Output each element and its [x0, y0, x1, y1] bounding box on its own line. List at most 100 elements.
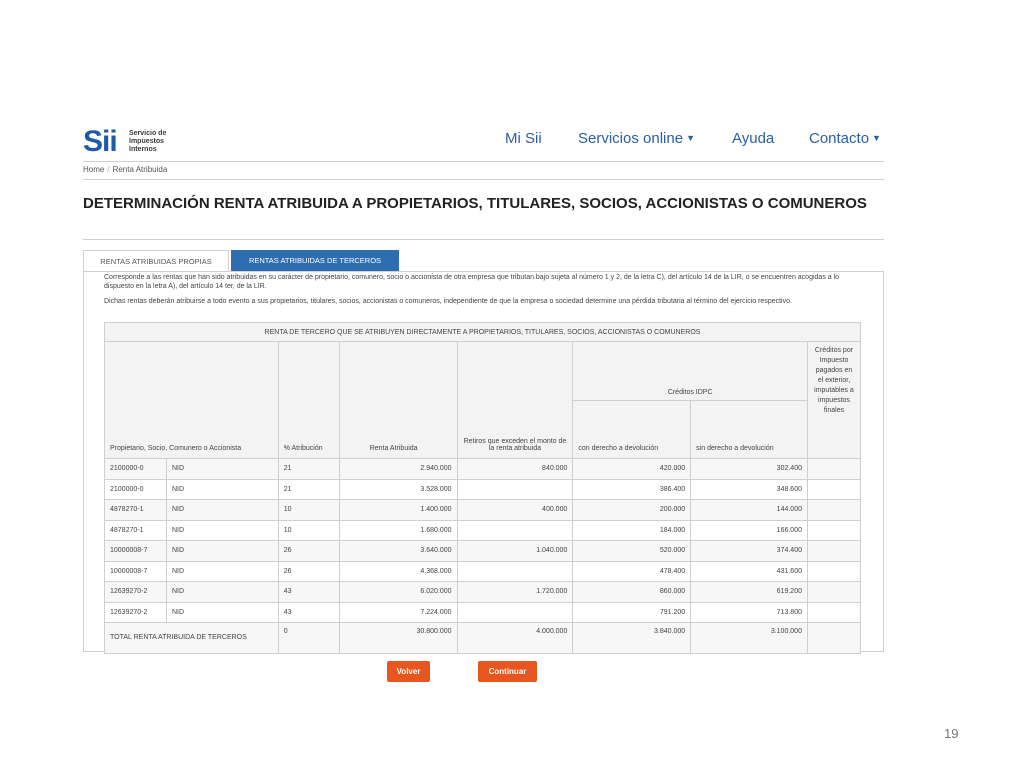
table-row: 10000008-7 NID 26 3.640.000 1.040.000 52… — [104, 540, 862, 562]
cell-rut: 10000008-7 — [104, 540, 167, 562]
total-con-derecho: 3.840.000 — [572, 622, 692, 654]
table-total-row: TOTAL RENTA ATRIBUIDA DE TERCEROS 0 30.8… — [104, 622, 862, 654]
cell-creditos-exterior — [806, 601, 862, 623]
nav-contacto[interactable]: Contacto ▼ — [809, 130, 881, 147]
nav-ayuda[interactable]: Ayuda — [732, 130, 774, 147]
cell-sin-derecho: 619.200 — [690, 581, 808, 603]
nav-servicios-label: Servicios online — [578, 130, 684, 147]
cell-tipo: NID — [165, 581, 279, 603]
cell-con-derecho: 184.000 — [572, 519, 692, 541]
cell-con-derecho: 200.000 — [572, 499, 692, 521]
header-renta-atribuida: Renta Atribuida — [338, 341, 458, 459]
table-row: 2100000-0 NID 21 3.528.000 386.400 348.6… — [104, 478, 862, 500]
header-retiros: Retiros que exceden el monto de la renta… — [456, 341, 574, 459]
cell-renta: 2.940.000 — [338, 458, 458, 480]
total-renta: 30.800.000 — [338, 622, 458, 654]
cell-creditos-exterior — [806, 519, 862, 541]
cell-retiros — [456, 560, 574, 582]
slide-page-number: 19 — [944, 726, 959, 741]
volver-button[interactable]: Volver — [387, 661, 430, 682]
cell-tipo: NID — [165, 519, 279, 541]
total-creditos-exterior — [806, 622, 862, 654]
caret-down-icon: ▼ — [872, 133, 881, 143]
cell-rut: 2100000-0 — [104, 458, 167, 480]
cell-sin-derecho: 166.000 — [690, 519, 808, 541]
cell-con-derecho: 791.200 — [572, 601, 692, 623]
cell-pct: 26 — [277, 540, 340, 562]
header-creditos-idpc: Créditos IDPC — [572, 341, 808, 401]
breadcrumb: Home / Renta Atribuida — [83, 165, 167, 174]
cell-creditos-exterior — [806, 499, 862, 521]
table-row: 2100000-0 NID 21 2.940.000 840.000 420.0… — [104, 458, 862, 480]
cell-pct: 26 — [277, 560, 340, 582]
cell-rut: 12639270-2 — [104, 601, 167, 623]
cell-pct: 21 — [277, 478, 340, 500]
total-label: TOTAL RENTA ATRIBUIDA DE TERCEROS — [104, 622, 279, 654]
cell-retiros: 1.720.000 — [456, 581, 574, 603]
nav-mi-sii-label: Mi Sii — [505, 130, 542, 147]
breadcrumb-current: Renta Atribuida — [112, 165, 168, 174]
nav-ayuda-label: Ayuda — [732, 130, 775, 147]
cell-tipo: NID — [165, 499, 279, 521]
nav-mi-sii[interactable]: Mi Sii — [505, 130, 542, 147]
renta-terceros-table: RENTA DE TERCERO QUE SE ATRIBUYEN DIRECT… — [104, 322, 862, 654]
continuar-button[interactable]: Continuar — [478, 661, 537, 682]
cell-retiros — [456, 478, 574, 500]
nav-servicios-online[interactable]: Servicios online ▼ — [578, 130, 695, 147]
cell-creditos-exterior — [806, 581, 862, 603]
caret-down-icon: ▼ — [686, 133, 695, 143]
cell-creditos-exterior — [806, 458, 862, 480]
cell-sin-derecho: 713.800 — [690, 601, 808, 623]
cell-sin-derecho: 144.000 — [690, 499, 808, 521]
header-propietario: Propietario, Socio, Comunero o Accionist… — [104, 341, 279, 459]
logo-text-line: Impuestos — [129, 138, 165, 145]
cell-retiros: 1.040.000 — [456, 540, 574, 562]
cell-tipo: NID — [165, 478, 279, 500]
table-row: 12639270-2 NID 43 7.224.000 791.200 713.… — [104, 601, 862, 623]
cell-con-derecho: 478.400 — [572, 560, 692, 582]
tab-rentas-terceros[interactable]: RENTAS ATRIBUIDAS DE TERCEROS — [231, 250, 399, 271]
table-row: 4878270-1 NID 10 1.680.000 184.000 166.0… — [104, 519, 862, 541]
table-title: RENTA DE TERCERO QUE SE ATRIBUYEN DIRECT… — [104, 322, 861, 342]
cell-sin-derecho: 431.600 — [690, 560, 808, 582]
table-row: 10000008-7 NID 26 4.368.000 478.400 431.… — [104, 560, 862, 582]
total-sin-derecho: 3.100.000 — [690, 622, 808, 654]
cell-retiros — [456, 601, 574, 623]
cell-renta: 7.224.000 — [338, 601, 458, 623]
cell-renta: 6.020.000 — [338, 581, 458, 603]
cell-renta: 1.680.000 — [338, 519, 458, 541]
tab-rentas-propias[interactable]: RENTAS ATRIBUIDAS PROPIAS — [83, 250, 229, 271]
cell-retiros: 840.000 — [456, 458, 574, 480]
header-sin-derecho: sin derecho a devolución — [690, 400, 808, 459]
breadcrumb-home[interactable]: Home — [83, 165, 104, 174]
cell-sin-derecho: 302.400 — [690, 458, 808, 480]
cell-rut: 2100000-0 — [104, 478, 167, 500]
header-con-derecho: con derecho a devolución — [572, 400, 692, 459]
cell-con-derecho: 860.000 — [572, 581, 692, 603]
cell-tipo: NID — [165, 540, 279, 562]
header-atribucion: % Atribución — [277, 341, 340, 459]
cell-rut: 10000008-7 — [104, 560, 167, 582]
cell-sin-derecho: 374.400 — [690, 540, 808, 562]
cell-renta: 3.640.000 — [338, 540, 458, 562]
cell-renta: 3.528.000 — [338, 478, 458, 500]
header-divider — [83, 161, 884, 162]
logo-text: Servicio de Impuestos Internos — [129, 130, 199, 154]
intro-paragraph-2: Dichas rentas deberán atribuirse a todo … — [104, 298, 792, 305]
total-pct: 0 — [277, 622, 340, 654]
table-row: 4878270-1 NID 10 1.400.000 400.000 200.0… — [104, 499, 862, 521]
logo-text-line: Internos — [129, 146, 157, 153]
header-creditos-exterior: Créditos por Impuesto pagados en el exte… — [806, 341, 862, 459]
cell-con-derecho: 520.000 — [572, 540, 692, 562]
cell-pct: 10 — [277, 519, 340, 541]
total-retiros: 4.000.000 — [456, 622, 574, 654]
breadcrumb-separator: / — [107, 165, 110, 174]
cell-pct: 10 — [277, 499, 340, 521]
page-title: DETERMINACIÓN RENTA ATRIBUIDA A PROPIETA… — [83, 195, 867, 212]
cell-rut: 4878270-1 — [104, 519, 167, 541]
cell-creditos-exterior — [806, 560, 862, 582]
cell-tipo: NID — [165, 601, 279, 623]
sii-logo[interactable]: Sii Servicio de Impuestos Internos — [83, 127, 193, 159]
cell-retiros: 400.000 — [456, 499, 574, 521]
intro-paragraph-1: Corresponde a las rentas que han sido at… — [104, 274, 840, 290]
